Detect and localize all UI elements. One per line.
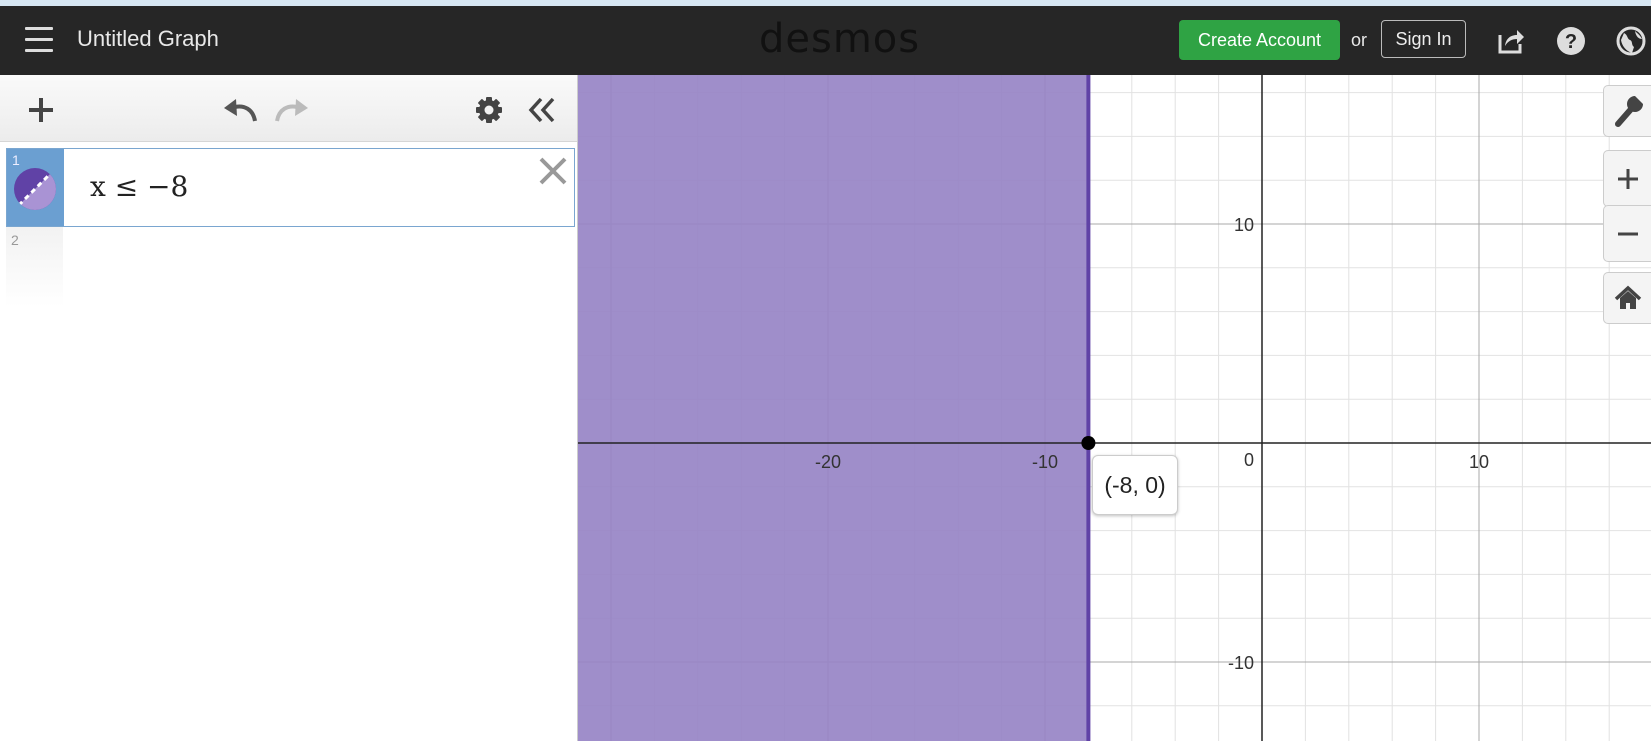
expression-index: 2 (11, 232, 19, 248)
zoom-out-icon[interactable] (1603, 205, 1651, 262)
x-tick-label: -10 (1032, 452, 1058, 472)
graph-title[interactable]: Untitled Graph (77, 26, 219, 52)
x-tick-label: 10 (1469, 452, 1489, 472)
expression-row-2[interactable]: 2 (6, 227, 63, 307)
x-tick-label: -20 (815, 452, 841, 472)
expression-toolbar (0, 75, 577, 142)
collapse-list-icon[interactable] (527, 96, 557, 124)
inequality-shading (578, 75, 1089, 741)
expression-input[interactable]: x ≤ −8 (90, 170, 188, 203)
expression-list: 1 x ≤ −8 2 (0, 75, 578, 741)
graph-canvas[interactable]: -20 -10 0 10 10 -10 (578, 75, 1651, 741)
intercept-point[interactable] (1081, 436, 1096, 450)
zoom-in-icon[interactable] (1603, 150, 1651, 207)
create-account-button[interactable]: Create Account (1179, 20, 1340, 60)
graph-paper[interactable]: -20 -10 0 10 10 -10 (578, 75, 1651, 741)
expression-tab: 1 (7, 149, 64, 226)
redo-icon[interactable] (274, 97, 310, 123)
delete-expression-icon[interactable] (537, 155, 569, 187)
graph-settings-wrench-icon[interactable] (1603, 85, 1651, 137)
undo-icon[interactable] (222, 97, 258, 123)
svg-text:?: ? (1565, 31, 1577, 53)
menu-icon[interactable] (25, 27, 53, 53)
y-tick-label: 10 (1234, 215, 1254, 235)
origin-label: 0 (1244, 450, 1254, 470)
expression-index: 1 (12, 152, 20, 168)
settings-gear-icon[interactable] (475, 96, 503, 124)
or-text: or (1351, 30, 1368, 50)
desmos-window: Untitled Graph desmos Create Account or … (0, 6, 1651, 741)
add-expression-icon[interactable] (27, 96, 55, 124)
default-viewport-home-icon[interactable] (1603, 272, 1651, 324)
help-icon[interactable]: ? (1556, 26, 1586, 56)
color-swatch-icon[interactable] (14, 168, 56, 210)
point-coordinate-label[interactable]: (-8, 0) (1092, 455, 1178, 515)
expression-row-1[interactable]: 1 x ≤ −8 (6, 148, 575, 227)
share-icon[interactable] (1496, 26, 1526, 56)
y-tick-label: -10 (1228, 653, 1254, 673)
desmos-logo: desmos (759, 16, 921, 62)
top-bar: Untitled Graph desmos Create Account or … (0, 6, 1651, 75)
sign-in-button[interactable]: Sign In (1381, 20, 1466, 58)
globe-icon[interactable] (1616, 26, 1646, 56)
